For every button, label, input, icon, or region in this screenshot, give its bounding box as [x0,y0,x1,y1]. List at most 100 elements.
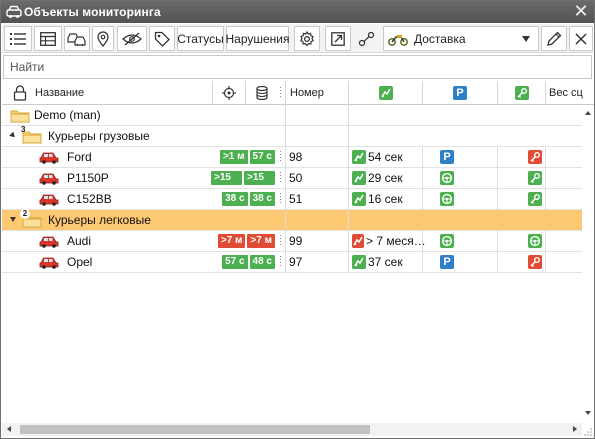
column-separator [545,168,546,189]
expand-toggle-icon[interactable] [10,217,16,222]
column-separator [545,252,546,273]
close-window-icon[interactable]: ✕ [572,2,590,20]
red-car-icon [39,236,59,248]
column-separator [348,189,349,210]
group-row[interactable]: 2 Курьеры легковые [2,208,582,231]
column-header-parking[interactable]: P [422,81,497,105]
column-separator [348,168,349,189]
gear-icon [299,30,315,46]
scroll-left-icon[interactable] [7,426,11,432]
column-separator [348,210,349,231]
window-titlebar[interactable]: Объекты мониторинга ✕ [1,1,594,23]
column-separator [285,189,286,210]
geofence-button[interactable] [92,26,114,51]
object-row[interactable]: Opel 57 с 48 с 97 37 сек P [2,252,582,273]
external-link-icon [331,31,345,46]
hidden-objects-button[interactable] [117,26,147,51]
movement-status-icon [352,234,364,248]
last-message-badge: >1 м [219,150,248,164]
objects-grid: Название Номер P Вес сц Demo (man) 3 Кур… [2,81,594,423]
steering-wheel-icon [440,171,454,185]
column-separator [285,231,286,252]
scroll-down-icon[interactable] [585,411,591,415]
column-separator [285,147,286,168]
row-menu-handle[interactable] [279,193,282,205]
group-row[interactable]: 3 Курьеры грузовые [2,125,582,147]
column-header-number[interactable]: Номер [285,81,348,105]
column-separator [545,189,546,210]
object-row[interactable]: Audi >7 м >7 м 99 > 7 меся… [2,231,582,252]
object-row[interactable]: P1150P >15 м>15 м 50 29 сек [2,168,582,197]
object-number: 99 [289,234,303,248]
group-label: Курьеры легковые [48,213,151,227]
list-view-button[interactable] [4,26,32,51]
pencil-icon [547,31,562,46]
object-name: Audi [67,234,92,248]
row-menu-handle[interactable] [279,235,282,247]
movement-status-text: 37 сек [368,255,403,269]
object-name: Ford [67,150,92,164]
steering-wheel-icon [440,234,454,248]
link-icon [358,31,375,46]
vertical-scrollbar[interactable] [582,105,594,423]
object-row[interactable]: Ford >1 м 57 с 98 54 сек P [2,147,582,168]
scroll-right-icon[interactable] [573,426,577,432]
column-header-weight[interactable]: Вес сц [545,81,585,105]
database-icon [255,86,268,100]
column-separator [348,147,349,168]
expand-toggle-icon[interactable] [9,131,17,140]
tree-root-row[interactable]: Demo (man) [2,105,582,126]
column-separator [545,147,546,168]
column-separator [497,168,498,189]
column-separator [285,105,286,126]
scroll-up-icon[interactable] [585,111,591,115]
object-name: P1150P [67,171,109,185]
movement-status-text: 29 сек [368,171,403,185]
row-menu-handle[interactable] [279,172,282,184]
profile-select[interactable]: Доставка [383,26,539,51]
horizontal-scroll-thumb[interactable] [20,425,370,434]
column-header-movement[interactable] [348,81,422,105]
object-row[interactable]: C152BB 38 с 38 с 51 16 сек [2,189,582,210]
statuses-button[interactable]: Статусы [177,26,224,51]
row-menu-handle[interactable] [279,151,282,163]
column-header-ignition[interactable] [497,81,545,105]
violations-button[interactable]: Нарушения [226,26,290,51]
column-header-name[interactable]: Название [2,81,212,105]
column-separator [422,231,423,252]
location-age-badge: 48 с [249,255,275,269]
connect-button[interactable] [355,26,379,51]
open-external-button[interactable] [325,26,351,51]
red-car-icon [39,173,59,185]
tags-button[interactable] [149,26,175,51]
red-car-icon [39,152,59,164]
map-pin-icon [97,30,109,47]
vehicles-filter-button[interactable] [64,26,90,51]
column-separator [348,126,349,147]
column-resize-handle[interactable] [279,87,282,99]
key-icon [528,192,542,206]
row-menu-handle[interactable] [279,256,282,268]
clear-button[interactable] [569,26,593,51]
movement-status-icon [378,86,393,100]
close-icon [575,32,587,45]
resize-grip-icon[interactable] [584,428,592,436]
column-header-data[interactable] [245,81,277,105]
key-icon [528,150,542,164]
movement-status-icon [352,192,366,206]
search-input[interactable] [4,56,591,78]
horizontal-scrollbar[interactable] [2,423,582,436]
column-name-label: Название [35,87,85,99]
eye-slash-icon [122,31,142,46]
column-separator [497,252,498,273]
key-icon [528,255,542,269]
column-separator [422,168,423,189]
lock-icon[interactable] [13,85,27,101]
object-name: C152BB [67,192,112,206]
movement-status-icon [352,255,366,269]
table-view-button[interactable] [34,26,62,51]
movement-status-icon [352,171,366,185]
column-header-location[interactable] [212,81,245,105]
edit-button[interactable] [541,26,567,51]
settings-button[interactable] [294,26,320,51]
